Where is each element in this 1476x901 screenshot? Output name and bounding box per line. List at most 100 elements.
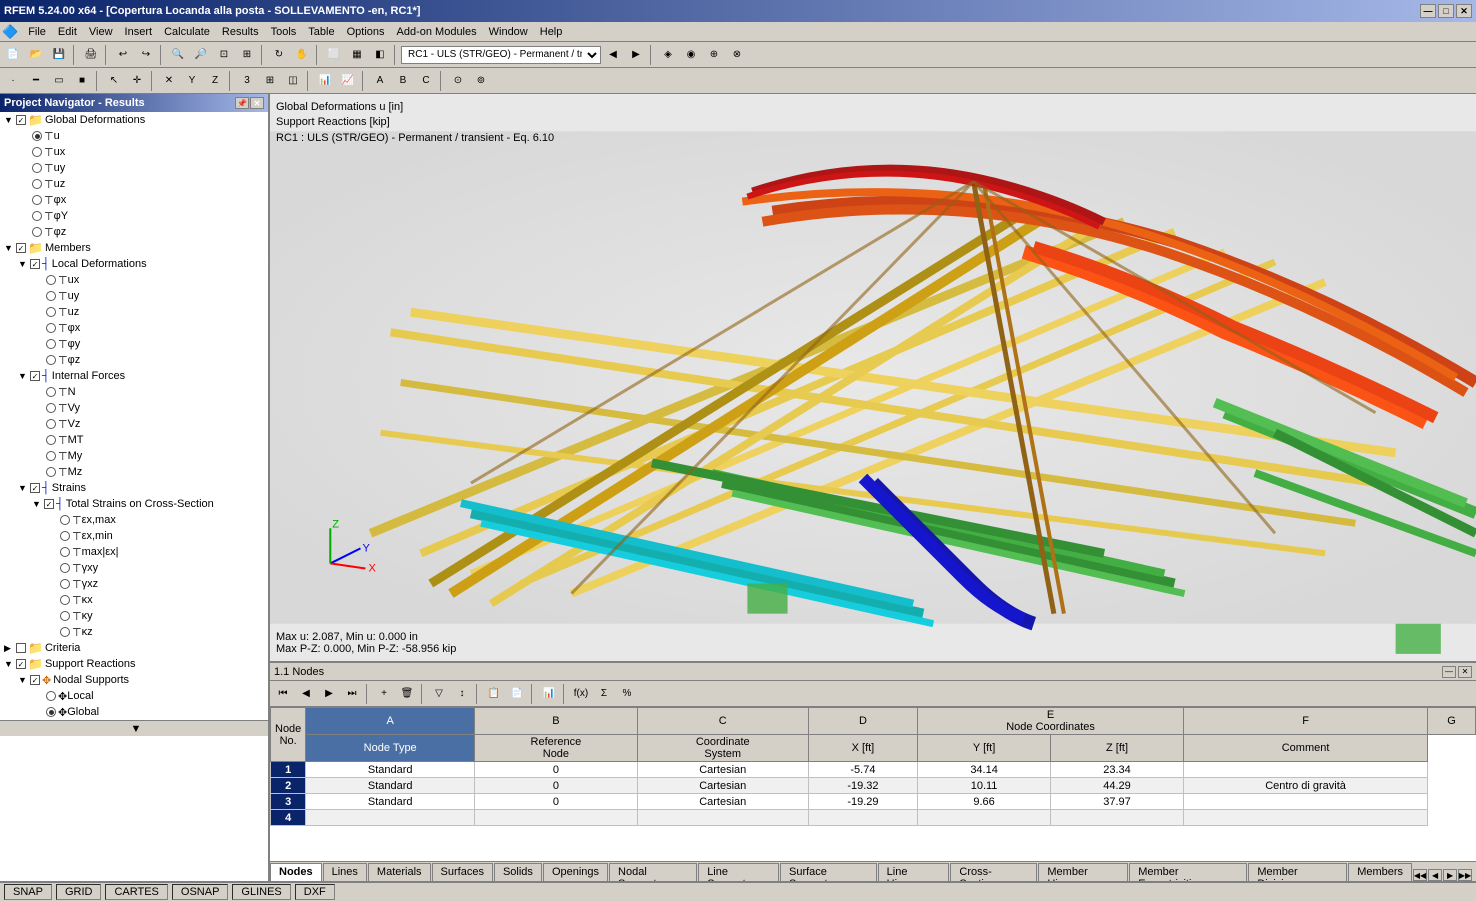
menu-tools[interactable]: Tools (265, 24, 303, 40)
btb-del[interactable]: 🗑 (396, 683, 418, 705)
tab-surfaces[interactable]: Surfaces (432, 863, 493, 881)
tree-uy2[interactable]: ⊤ uy (0, 288, 268, 304)
td-comment-4[interactable] (1183, 810, 1427, 826)
tree-eabs[interactable]: ⊤ max|εx| (0, 544, 268, 560)
tb-render4[interactable]: ⊗ (726, 44, 748, 66)
tb2-viewxz[interactable]: ◫ (282, 70, 304, 92)
radio-ux[interactable] (32, 147, 42, 157)
expand-nodal-sup[interactable]: ▼ (18, 675, 30, 685)
menu-options[interactable]: Options (341, 24, 391, 40)
radio-ux2[interactable] (46, 275, 56, 285)
tree-strains[interactable]: ▼ ✓ ┤ Strains (0, 480, 268, 496)
tab-scroll-left[interactable]: ◀◀ (1413, 869, 1427, 881)
tree-global[interactable]: ✥ Global (0, 704, 268, 720)
check-nodal-sup[interactable]: ✓ (30, 675, 40, 685)
bottom-panel-close[interactable]: ✕ (1458, 666, 1472, 678)
btb-copy[interactable]: 📋 (483, 683, 505, 705)
radio-phiz2[interactable] (46, 355, 56, 365)
tb2-y[interactable]: Y (181, 70, 203, 92)
td-type-3[interactable]: Standard (306, 794, 475, 810)
tb-render1[interactable]: ◈ (657, 44, 679, 66)
tb-view1[interactable]: ⬜ (323, 44, 345, 66)
tree-phix[interactable]: ⊤ φx (0, 192, 268, 208)
check-local-def[interactable]: ✓ (30, 259, 40, 269)
radio-uy2[interactable] (46, 291, 56, 301)
td-comment-3[interactable] (1183, 794, 1427, 810)
tree-emin[interactable]: ⊤ εx,min (0, 528, 268, 544)
tree-N[interactable]: ⊤ N (0, 384, 268, 400)
radio-phiy2[interactable] (46, 339, 56, 349)
td-comment-2[interactable]: Centro di gravità (1183, 778, 1427, 794)
tree-ux2[interactable]: ⊤ ux (0, 272, 268, 288)
expand-total-strains[interactable]: ▼ (32, 499, 44, 509)
tab-members[interactable]: Members (1348, 863, 1412, 881)
radio-uz[interactable] (32, 179, 42, 189)
tb-zoom-out[interactable]: 🔎 (190, 44, 212, 66)
tree-local[interactable]: ✥ Local (0, 688, 268, 704)
btb-filter[interactable]: ▽ (428, 683, 450, 705)
tab-member-eccentricities[interactable]: Member Eccentricities (1129, 863, 1247, 881)
btb-next[interactable]: ▶ (318, 683, 340, 705)
radio-ky[interactable] (60, 611, 70, 621)
check-strains[interactable]: ✓ (30, 483, 40, 493)
tb2-surface[interactable]: ▭ (48, 70, 70, 92)
tree-Vy[interactable]: ⊤ Vy (0, 400, 268, 416)
btb-sigma[interactable]: Σ (593, 683, 615, 705)
tree-gxz[interactable]: ⊤ γxz (0, 576, 268, 592)
td-z-4[interactable] (1051, 810, 1184, 826)
tb-prev[interactable]: ◀ (602, 44, 624, 66)
tree-Mz[interactable]: ⊤ Mz (0, 464, 268, 480)
menu-results[interactable]: Results (216, 24, 265, 40)
radio-gxy[interactable] (60, 563, 70, 573)
td-coord-2[interactable]: Cartesian (637, 778, 808, 794)
radio-Mz[interactable] (46, 467, 56, 477)
tb2-result1[interactable]: 📊 (314, 70, 336, 92)
tree-criteria[interactable]: ▶ 📁 Criteria (0, 640, 268, 656)
tree-kz[interactable]: ⊤ κz (0, 624, 268, 640)
menu-edit[interactable]: Edit (52, 24, 83, 40)
table-row[interactable]: 3 Standard 0 Cartesian -19.29 9.66 37.97 (271, 794, 1476, 810)
radio-global[interactable] (46, 707, 56, 717)
tb-redo[interactable]: ↪ (135, 44, 157, 66)
tree-kx[interactable]: ⊤ κx (0, 592, 268, 608)
tree-emax[interactable]: ⊤ εx,max (0, 512, 268, 528)
tree-container[interactable]: ▼ ✓ 📁 Global Deformations ⊤ u ⊤ ux (0, 112, 268, 881)
radio-gxz[interactable] (60, 579, 70, 589)
tree-phiy2[interactable]: ⊤ φy (0, 336, 268, 352)
tb2-view3d[interactable]: 3 (236, 70, 258, 92)
tree-uy[interactable]: ⊤ uy (0, 160, 268, 176)
td-x-2[interactable]: -19.32 (808, 778, 917, 794)
tab-nodes[interactable]: Nodes (270, 863, 322, 881)
tree-support-reactions[interactable]: ▼ ✓ 📁 Support Reactions (0, 656, 268, 672)
tb2-a2[interactable]: B (392, 70, 414, 92)
tb2-solid[interactable]: ■ (71, 70, 93, 92)
btb-export[interactable]: 📊 (538, 683, 560, 705)
td-comment-1[interactable] (1183, 762, 1427, 778)
td-y-1[interactable]: 34.14 (918, 762, 1051, 778)
tab-surface-supports[interactable]: Surface Supports (780, 863, 877, 881)
tree-local-def[interactable]: ▼ ✓ ┤ Local Deformations (0, 256, 268, 272)
maximize-btn[interactable]: □ (1438, 4, 1454, 18)
tree-u[interactable]: ⊤ u (0, 128, 268, 144)
radio-local[interactable] (46, 691, 56, 701)
td-y-3[interactable]: 9.66 (918, 794, 1051, 810)
tree-Vz[interactable]: ⊤ Vz (0, 416, 268, 432)
th-col-G[interactable]: G (1428, 708, 1476, 735)
th-col-D[interactable]: D (808, 708, 917, 735)
td-y-2[interactable]: 10.11 (918, 778, 1051, 794)
tab-scroll-right[interactable]: ▶▶ (1458, 869, 1472, 881)
tab-line-hinges[interactable]: Line Hinges (878, 863, 950, 881)
menu-calculate[interactable]: Calculate (158, 24, 216, 40)
status-cartes[interactable]: CARTES (105, 884, 167, 900)
data-table-container[interactable]: NodeNo. A B C D ENode Coordinates F G No… (270, 707, 1476, 861)
menu-view[interactable]: View (83, 24, 119, 40)
tb2-a3[interactable]: C (415, 70, 437, 92)
radio-uz2[interactable] (46, 307, 56, 317)
tree-uz[interactable]: ⊤ uz (0, 176, 268, 192)
tb-pan[interactable]: ✋ (291, 44, 313, 66)
radio-My[interactable] (46, 451, 56, 461)
tree-ux[interactable]: ⊤ ux (0, 144, 268, 160)
tree-nodal-sup[interactable]: ▼ ✓ ✥ Nodal Supports (0, 672, 268, 688)
radio-uy[interactable] (32, 163, 42, 173)
table-row[interactable]: 1 Standard 0 Cartesian -5.74 34.14 23.34 (271, 762, 1476, 778)
